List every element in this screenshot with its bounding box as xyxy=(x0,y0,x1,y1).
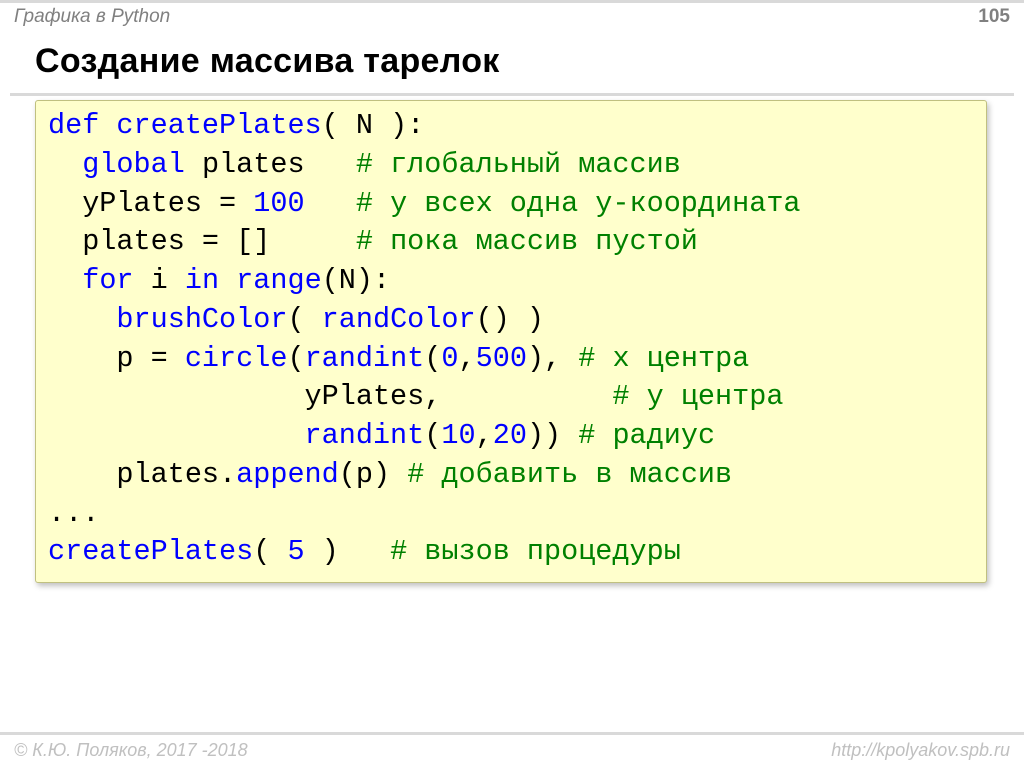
header-topic: Графика в Python xyxy=(14,6,170,28)
code-text xyxy=(48,303,116,336)
code-text: )) xyxy=(527,419,578,452)
code-text: (p) xyxy=(339,458,407,491)
code-text: ( xyxy=(424,419,441,452)
code-text: ) xyxy=(305,535,391,568)
comment: # глобальный массив xyxy=(356,148,681,181)
code-text: ( N ): xyxy=(322,109,425,142)
code-text: yPlates, xyxy=(48,380,612,413)
slide-title: Создание массива тарелок xyxy=(0,28,1024,93)
code-text: ), xyxy=(527,342,578,375)
fn-createPlates-call: createPlates xyxy=(48,535,253,568)
fn-createPlates: createPlates xyxy=(116,109,321,142)
slide-body: def createPlates( N ): global plates # г… xyxy=(0,96,1024,732)
copyright: © К.Ю. Поляков, 2017 -2018 xyxy=(14,740,248,761)
code-text: p = xyxy=(48,342,185,375)
code-box: def createPlates( N ): global plates # г… xyxy=(35,100,987,583)
code-text: yPlates = xyxy=(48,187,253,220)
fn-append: append xyxy=(236,458,339,491)
code-text: ... xyxy=(48,497,99,530)
comment: # добавить в массив xyxy=(407,458,732,491)
footer-url: http://kpolyakov.spb.ru xyxy=(831,740,1010,761)
number: 5 xyxy=(287,535,304,568)
number: 100 xyxy=(253,187,304,220)
code-text: plates = [] xyxy=(48,225,356,258)
code-text: ( xyxy=(287,303,321,336)
fn-circle: circle xyxy=(185,342,288,375)
kw-def: def xyxy=(48,109,99,142)
fn-range: range xyxy=(236,264,322,297)
code-text xyxy=(48,419,305,452)
kw-in: in xyxy=(185,264,219,297)
code-text: plates xyxy=(185,148,356,181)
comment: # радиус xyxy=(578,419,715,452)
comment: # пока массив пустой xyxy=(356,225,698,258)
code-text: , xyxy=(476,419,493,452)
kw-for: for xyxy=(82,264,133,297)
kw-global: global xyxy=(82,148,185,181)
code-text xyxy=(305,187,356,220)
slide: Графика в Python 105 Создание массива та… xyxy=(0,0,1024,767)
number: 500 xyxy=(476,342,527,375)
fn-randColor: randColor xyxy=(322,303,476,336)
fn-randint: randint xyxy=(305,342,425,375)
header-row: Графика в Python 105 xyxy=(0,3,1024,28)
fn-brushColor: brushColor xyxy=(116,303,287,336)
number: 20 xyxy=(493,419,527,452)
comment: # у всех одна y-координата xyxy=(356,187,801,220)
page-number: 105 xyxy=(978,6,1010,28)
code-text: i xyxy=(134,264,185,297)
comment: # вызов процедуры xyxy=(390,535,681,568)
fn-randint: randint xyxy=(305,419,425,452)
code-text: ( xyxy=(287,342,304,375)
code-text: ( xyxy=(424,342,441,375)
code-text: (N): xyxy=(322,264,390,297)
code: def createPlates( N ): global plates # г… xyxy=(48,107,974,572)
code-text: plates. xyxy=(48,458,236,491)
number: 0 xyxy=(441,342,458,375)
code-text: , xyxy=(459,342,476,375)
number: 10 xyxy=(441,419,475,452)
comment: # x центра xyxy=(578,342,749,375)
footer-row: © К.Ю. Поляков, 2017 -2018 http://kpolya… xyxy=(0,735,1024,767)
code-text xyxy=(219,264,236,297)
code-text: () ) xyxy=(476,303,544,336)
comment: # y центра xyxy=(612,380,783,413)
code-text: ( xyxy=(253,535,287,568)
